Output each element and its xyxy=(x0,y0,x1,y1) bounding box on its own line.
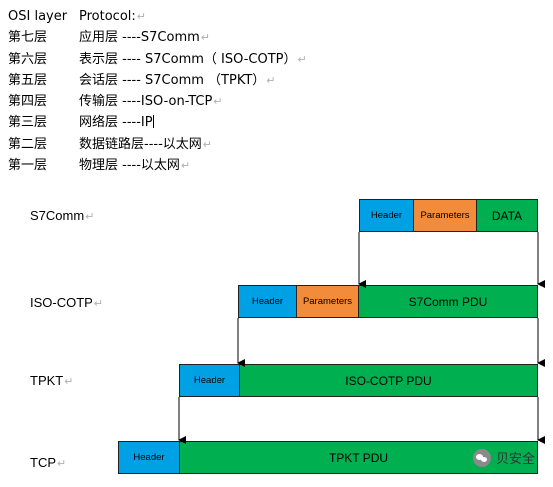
encapsulation-diagram: S7Comm↵ ISO-COTP↵ TPKT↵ TCP↵ Header Para… xyxy=(0,0,553,487)
watermark: 贝安全 xyxy=(473,448,535,467)
connector-lines xyxy=(178,232,545,444)
watermark-text: 贝安全 xyxy=(496,452,536,467)
wechat-icon xyxy=(473,448,491,467)
